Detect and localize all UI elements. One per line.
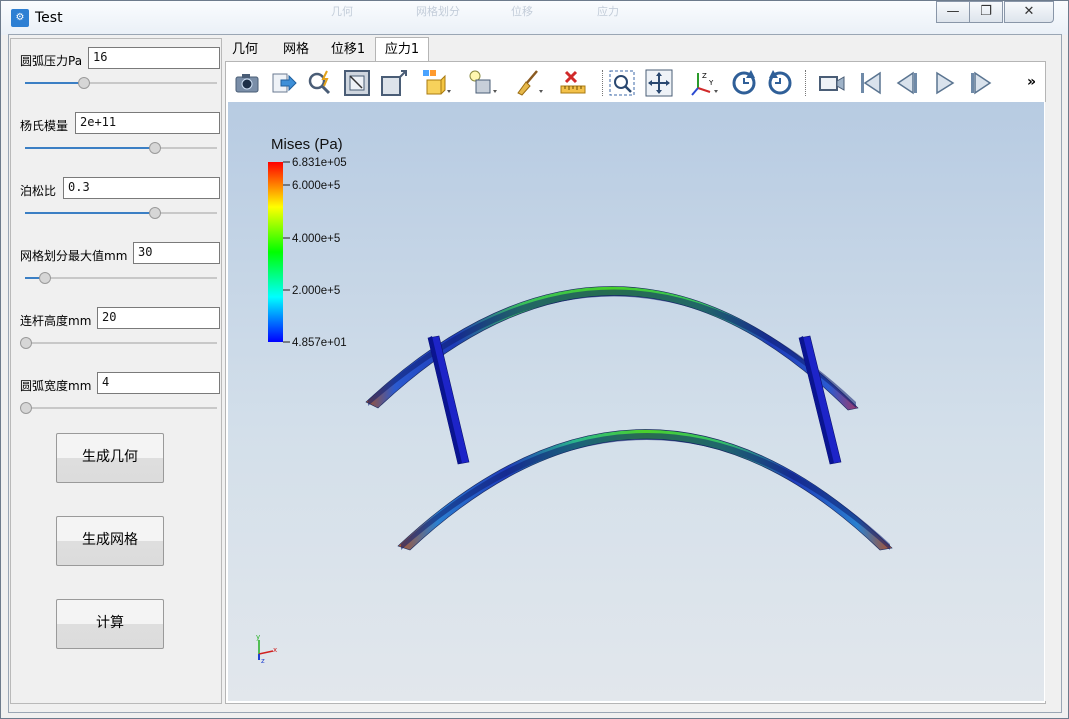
- screenshot-icon[interactable]: [232, 68, 262, 98]
- app-icon: ⚙: [11, 9, 29, 27]
- rotate-ccw-icon[interactable]: [765, 68, 795, 98]
- toolbar-overflow-button[interactable]: »: [1027, 74, 1036, 90]
- generate-geometry-button[interactable]: 生成几何: [56, 433, 164, 483]
- pick-icon[interactable]: [305, 68, 335, 98]
- minimize-button[interactable]: —: [936, 1, 970, 23]
- poisson-ratio-input[interactable]: 0.3: [63, 177, 220, 199]
- axis-label-y: y: [256, 633, 260, 641]
- prev-frame-icon[interactable]: [893, 68, 923, 98]
- rod-height-input[interactable]: 20: [97, 307, 220, 329]
- lower-arc: [397, 429, 893, 551]
- legend-tick-600k: 6.000e+5: [292, 180, 340, 192]
- legend-title: Mises (Pa): [271, 136, 343, 153]
- vertical-scrollbar[interactable]: [1045, 102, 1059, 701]
- move-icon[interactable]: [644, 68, 674, 98]
- pressure-slider[interactable]: [25, 77, 217, 89]
- stress-render: Mises (Pa) 6.831e+05 6.000e+5 4.000e+5 2…: [256, 136, 893, 665]
- mesh-size-slider[interactable]: [25, 272, 217, 284]
- pressure-input[interactable]: 16: [88, 47, 220, 69]
- axes-icon[interactable]: ZY: [688, 68, 718, 98]
- title-bar: ⚙ Test 几何 网格划分 位移 应力 — ❐ ✕: [1, 1, 1068, 35]
- arc-width-slider[interactable]: [20, 402, 217, 414]
- bulb-box-icon[interactable]: [467, 68, 497, 98]
- youngs-modulus-label: 杨氏模量: [20, 119, 69, 133]
- arc-width-input[interactable]: 4: [97, 372, 220, 394]
- axis-label-z: z: [261, 657, 265, 665]
- legend-min: 4.857e+01: [292, 337, 347, 349]
- color-bar: [268, 162, 283, 342]
- poisson-ratio-slider[interactable]: [25, 207, 217, 219]
- background-tab-3: 位移: [511, 5, 533, 18]
- render-viewport[interactable]: Mises (Pa) 6.831e+05 6.000e+5 4.000e+5 2…: [228, 102, 1044, 701]
- background-tab-4: 应力: [597, 5, 619, 18]
- poisson-ratio-slider-handle[interactable]: [148, 207, 161, 219]
- last-frame-icon[interactable]: [966, 68, 996, 98]
- rod-height-slider-handle[interactable]: [20, 337, 32, 349]
- poisson-ratio-label: 泊松比: [20, 184, 57, 198]
- youngs-modulus-slider-handle[interactable]: [148, 142, 161, 154]
- toolbar-separator: [805, 70, 807, 96]
- first-frame-icon[interactable]: [856, 68, 886, 98]
- pressure-slider-handle[interactable]: [77, 77, 90, 89]
- tab-geometry[interactable]: 几何: [225, 38, 265, 61]
- camera-icon[interactable]: [817, 68, 847, 98]
- rotate-cw-icon[interactable]: [729, 68, 759, 98]
- box-view-icon[interactable]: [379, 68, 409, 98]
- maximize-button[interactable]: ❐: [969, 1, 1003, 23]
- tab-displacement[interactable]: 位移1: [325, 38, 371, 61]
- color-box-icon[interactable]: [421, 68, 451, 98]
- axis-label-x: x: [273, 646, 277, 654]
- arc-width-label: 圆弧宽度mm: [20, 379, 92, 393]
- background-tab-1: 几何: [331, 5, 353, 18]
- render-toolbar: ZY »: [229, 64, 1043, 101]
- arc-width-slider-handle[interactable]: [20, 402, 32, 414]
- play-icon[interactable]: [929, 68, 959, 98]
- broom-icon[interactable]: [513, 68, 543, 98]
- youngs-modulus-slider[interactable]: [25, 142, 217, 154]
- legend-tick-400k: 4.000e+5: [292, 233, 340, 245]
- youngs-modulus-input[interactable]: 2e+11: [75, 112, 220, 134]
- mesh-size-label: 网格划分最大值mm: [20, 249, 128, 263]
- export-icon[interactable]: [269, 68, 299, 98]
- connecting-rods: [427, 335, 842, 465]
- generate-mesh-button[interactable]: 生成网格: [56, 516, 164, 566]
- background-tab-2: 网格划分: [416, 5, 460, 18]
- legend-tick-200k: 2.000e+5: [292, 285, 340, 297]
- compute-button[interactable]: 计算: [56, 599, 164, 649]
- svg-text:Y: Y: [708, 79, 714, 87]
- orientation-axes: y x z: [256, 633, 277, 665]
- ruler-x-icon[interactable]: [559, 68, 589, 98]
- close-button[interactable]: ✕: [1004, 1, 1054, 23]
- rod-height-label: 连杆高度mm: [20, 314, 92, 328]
- pressure-label: 圆弧压力Pa: [20, 54, 83, 68]
- mesh-size-slider-handle[interactable]: [39, 272, 52, 284]
- fit-frame-icon[interactable]: [342, 68, 372, 98]
- parameter-panel: 圆弧压力Pa 16 杨氏模量 2e+11 泊松比 0.3 网格划分最大值mm 3…: [10, 38, 222, 704]
- legend-max: 6.831e+05: [292, 157, 347, 169]
- zoom-select-icon[interactable]: [607, 68, 637, 98]
- tab-mesh[interactable]: 网格: [275, 38, 317, 61]
- svg-text:Z: Z: [702, 72, 707, 80]
- toolbar-separator: [602, 70, 604, 96]
- tab-stress[interactable]: 应力1: [375, 37, 429, 63]
- mesh-size-input[interactable]: 30: [133, 242, 220, 264]
- window-title: Test: [35, 10, 63, 26]
- rod-height-slider[interactable]: [20, 337, 217, 349]
